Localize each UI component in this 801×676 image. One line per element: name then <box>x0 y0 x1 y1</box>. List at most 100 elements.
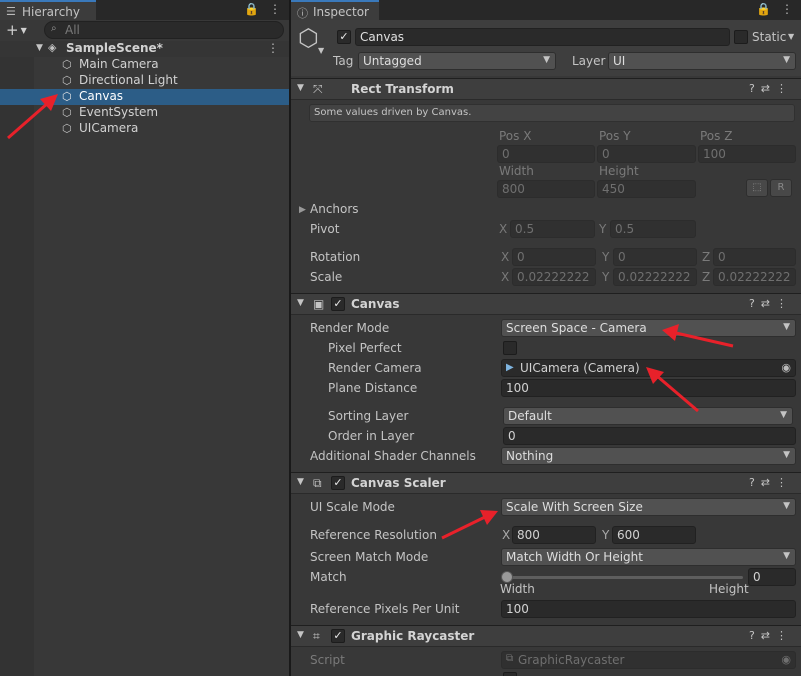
object-picker-icon: ◉ <box>781 653 791 666</box>
search-placeholder: All <box>65 23 80 37</box>
tag-dropdown[interactable]: Untagged ▼ <box>358 52 556 70</box>
pos-z-field[interactable]: 100 <box>698 145 796 163</box>
hierarchy-item-main-camera[interactable]: ⬡ Main Camera <box>0 57 289 73</box>
preset-icon[interactable]: ⇄ <box>761 82 776 95</box>
canvas-enabled-checkbox[interactable]: ✓ <box>331 297 345 311</box>
hierarchy-item-eventsystem[interactable]: ⬡ EventSystem <box>0 105 289 121</box>
width-field[interactable]: 800 <box>497 180 595 198</box>
pivot-y-field[interactable]: 0.5 <box>610 220 696 238</box>
rotation-x-field[interactable]: 0 <box>512 248 596 266</box>
help-icon[interactable]: ? <box>749 297 761 310</box>
add-object-button[interactable]: + ▼ <box>6 21 27 39</box>
hierarchy-tabbar: ☰ Hierarchy 🔒 ⋮ <box>0 0 289 20</box>
canvas-component-header[interactable]: ▼ ▣ ✓ Canvas ?⇄⋮ <box>291 293 801 315</box>
plane-distance-field[interactable]: 100 <box>501 379 796 397</box>
canvas-scaler-enabled-checkbox[interactable]: ✓ <box>331 476 345 490</box>
chevron-down-icon: ▼ <box>783 501 790 511</box>
match-slider-track[interactable] <box>505 576 743 579</box>
expand-triangle-icon[interactable]: ▼ <box>297 83 304 93</box>
expand-triangle-icon[interactable]: ▶ <box>299 205 306 215</box>
pos-y-label: Pos Y <box>599 129 631 143</box>
more-options-icon[interactable]: ⋮ <box>781 2 793 16</box>
chevron-down-icon[interactable]: ▼ <box>318 46 324 55</box>
canvas-scaler-header[interactable]: ▼ ⧉ ✓ Canvas Scaler ?⇄⋮ <box>291 472 801 494</box>
more-options-icon[interactable]: ⋮ <box>776 629 793 642</box>
height-field[interactable]: 450 <box>597 180 696 198</box>
shader-channels-dropdown[interactable]: Nothing ▼ <box>501 447 796 465</box>
y-label: Y <box>599 222 607 236</box>
component-tools: ?⇄⋮ <box>749 476 793 489</box>
lock-icon[interactable]: 🔒 <box>244 2 259 16</box>
rect-transform-title: Rect Transform <box>351 82 454 96</box>
hierarchy-item-canvas[interactable]: ⬡ Canvas <box>0 89 289 105</box>
shader-channels-value: Nothing <box>506 449 554 463</box>
blueprint-mode-button[interactable]: ⬚ <box>746 179 768 197</box>
raw-edit-button[interactable]: R <box>770 179 792 197</box>
ignore-reversed-checkbox[interactable] <box>503 672 517 676</box>
rotation-z-field[interactable]: 0 <box>713 248 796 266</box>
static-dropdown-icon[interactable]: ▼ <box>788 32 794 41</box>
y-label: Y <box>602 270 610 284</box>
pos-y-field[interactable]: 0 <box>597 145 696 163</box>
hierarchy-tab-tools: 🔒 ⋮ <box>244 2 281 16</box>
help-icon[interactable]: ? <box>749 82 761 95</box>
reference-resolution-x-field[interactable]: 800 <box>512 526 596 544</box>
scene-row[interactable]: ▼ ◈ SampleScene* ⋮ <box>0 41 289 57</box>
render-mode-dropdown[interactable]: Screen Space - Camera ▼ <box>501 319 796 337</box>
pixel-perfect-checkbox[interactable] <box>503 341 517 355</box>
pivot-x-field[interactable]: 0.5 <box>510 220 595 238</box>
script-label: Script <box>310 653 345 667</box>
hierarchy-search-input[interactable]: ⌕ All <box>44 21 284 39</box>
tab-hierarchy[interactable]: ☰ Hierarchy <box>0 0 96 20</box>
order-in-layer-field[interactable]: 0 <box>503 427 796 445</box>
expand-triangle-icon[interactable]: ▼ <box>297 630 304 640</box>
gameobject-cube-icon: ⬡ <box>62 58 72 71</box>
match-value-field[interactable]: 0 <box>748 568 796 586</box>
gameobject-cube-icon: ⬡ <box>62 90 72 103</box>
object-picker-icon[interactable]: ◉ <box>781 361 791 374</box>
rect-transform-header[interactable]: ▼ ⤧ Rect Transform ?⇄⋮ <box>291 78 801 100</box>
layer-dropdown[interactable]: UI ▼ <box>608 52 796 70</box>
hierarchy-item-directional-light[interactable]: ⬡ Directional Light <box>0 73 289 89</box>
hierarchy-item-uicamera[interactable]: ⬡ UICamera <box>0 121 289 137</box>
tab-inspector[interactable]: ⓘ Inspector <box>291 0 379 20</box>
more-options-icon[interactable]: ⋮ <box>776 82 793 95</box>
help-icon[interactable]: ? <box>749 476 761 489</box>
preset-icon[interactable]: ⇄ <box>761 297 776 310</box>
rotation-y-field[interactable]: 0 <box>613 248 697 266</box>
reference-resolution-y-field[interactable]: 600 <box>612 526 696 544</box>
scale-x-field[interactable]: 0.02222222 <box>512 268 596 286</box>
expand-triangle-icon[interactable]: ▼ <box>297 298 304 308</box>
blueprint-icon: ⬚ <box>752 182 762 193</box>
static-checkbox[interactable] <box>734 30 748 44</box>
chevron-down-icon: ▼ <box>783 55 790 65</box>
preset-icon[interactable]: ⇄ <box>761 476 776 489</box>
hierarchy-panel: ☰ Hierarchy 🔒 ⋮ + ▼ ⌕ All ▼ ◈ SampleScene… <box>0 0 289 676</box>
active-checkbox[interactable]: ✓ <box>337 30 351 44</box>
scene-menu-icon[interactable]: ⋮ <box>267 41 279 55</box>
ui-scale-mode-dropdown[interactable]: Scale With Screen Size ▼ <box>501 498 796 516</box>
x-label: X <box>501 250 510 264</box>
more-options-icon[interactable]: ⋮ <box>776 476 793 489</box>
reference-ppu-field[interactable]: 100 <box>501 600 796 618</box>
more-options-icon[interactable]: ⋮ <box>776 297 793 310</box>
lock-icon[interactable]: 🔒 <box>756 2 771 16</box>
expand-triangle-icon[interactable]: ▼ <box>36 43 43 53</box>
more-options-icon[interactable]: ⋮ <box>269 2 281 16</box>
z-label: Z <box>702 270 711 284</box>
object-name-field[interactable]: Canvas <box>355 28 730 46</box>
x-label: X <box>501 270 510 284</box>
sorting-layer-dropdown[interactable]: Default ▼ <box>503 407 793 425</box>
graphic-raycaster-enabled-checkbox[interactable]: ✓ <box>331 629 345 643</box>
preset-icon[interactable]: ⇄ <box>761 629 776 642</box>
scale-z-field[interactable]: 0.02222222 <box>713 268 796 286</box>
pos-x-field[interactable]: 0 <box>497 145 595 163</box>
expand-triangle-icon[interactable]: ▼ <box>297 477 304 487</box>
scale-y-field[interactable]: 0.02222222 <box>613 268 697 286</box>
screen-match-mode-dropdown[interactable]: Match Width Or Height ▼ <box>501 548 796 566</box>
graphic-raycaster-header[interactable]: ▼ ⌗ ✓ Graphic Raycaster ?⇄⋮ <box>291 625 801 647</box>
render-camera-field[interactable]: ▶ UICamera (Camera) ◉ <box>501 359 796 377</box>
layer-value: UI <box>613 54 626 68</box>
help-icon[interactable]: ? <box>749 629 761 642</box>
pivot-label: Pivot <box>310 222 340 236</box>
